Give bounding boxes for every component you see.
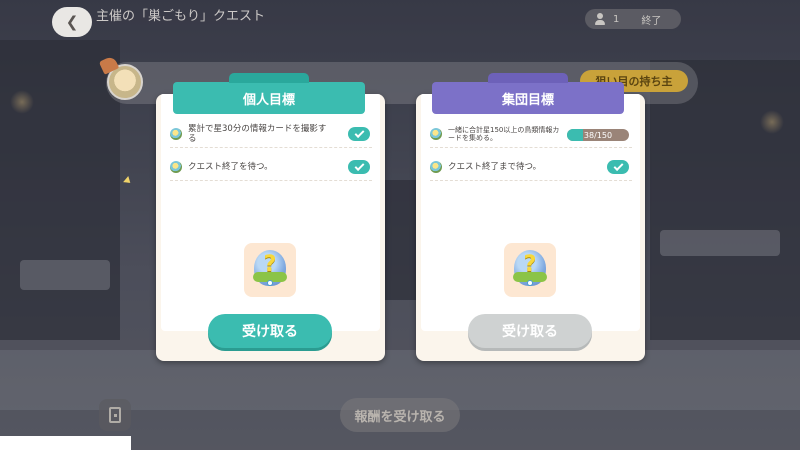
personal-goal-row: クエスト終了を待つ。 xyxy=(170,153,372,181)
check-icon xyxy=(354,160,364,171)
participant-count: 1 xyxy=(613,13,620,25)
group-claim-button[interactable]: 受け取る xyxy=(468,314,592,348)
goal-text: クエスト終了まで待つ。 xyxy=(448,161,542,172)
group-goal-progress: 38/150 xyxy=(567,129,629,141)
personal-goal-title: 個人目標 xyxy=(173,73,365,114)
person-icon xyxy=(593,12,607,26)
goal-text: 累計で星30分の情報カードを撮影する xyxy=(188,123,327,144)
group-reward-item[interactable]: ? xyxy=(504,243,556,297)
corner-block xyxy=(0,436,131,450)
avatar[interactable] xyxy=(98,55,143,100)
personal-reward-item[interactable]: ? xyxy=(244,243,296,297)
door-exit-icon xyxy=(109,407,121,423)
mystery-egg-icon: ? xyxy=(511,250,549,290)
bird-card-icon xyxy=(430,160,442,173)
quest-title: 主催の「巣ごもり」クエスト xyxy=(96,9,266,24)
end-status: 終了 xyxy=(641,15,662,27)
personal-claim-button[interactable]: 受け取る xyxy=(208,314,332,348)
personal-goal-row: 累計で星30分の情報カードを撮影する xyxy=(170,120,372,148)
chevron-left-icon: ❮ xyxy=(65,13,79,31)
check-icon xyxy=(354,127,364,138)
check-icon xyxy=(613,160,623,171)
back-button[interactable]: ❮ xyxy=(52,7,92,37)
bird-card-icon xyxy=(430,127,442,140)
group-goal-row: クエスト終了まで待つ。 xyxy=(430,153,632,181)
goal-text: 一緒に合計星150以上の鳥類情報カードを集める。 xyxy=(448,125,560,142)
exit-button[interactable] xyxy=(99,399,131,431)
mystery-egg-icon: ? xyxy=(251,250,289,290)
participant-count-pill: 1 終了 xyxy=(585,9,681,29)
goal-complete-check xyxy=(348,160,370,174)
bird-card-icon xyxy=(170,160,182,173)
bird-card-icon xyxy=(170,127,182,140)
goal-complete-check xyxy=(348,127,370,141)
group-goal-title: 集団目標 xyxy=(432,73,624,114)
goal-text: クエスト終了を待つ。 xyxy=(188,161,273,172)
goal-complete-check xyxy=(607,160,629,174)
claim-reward-button[interactable]: 報酬を受け取る xyxy=(340,398,460,432)
progress-label: 38/150 xyxy=(583,130,613,140)
